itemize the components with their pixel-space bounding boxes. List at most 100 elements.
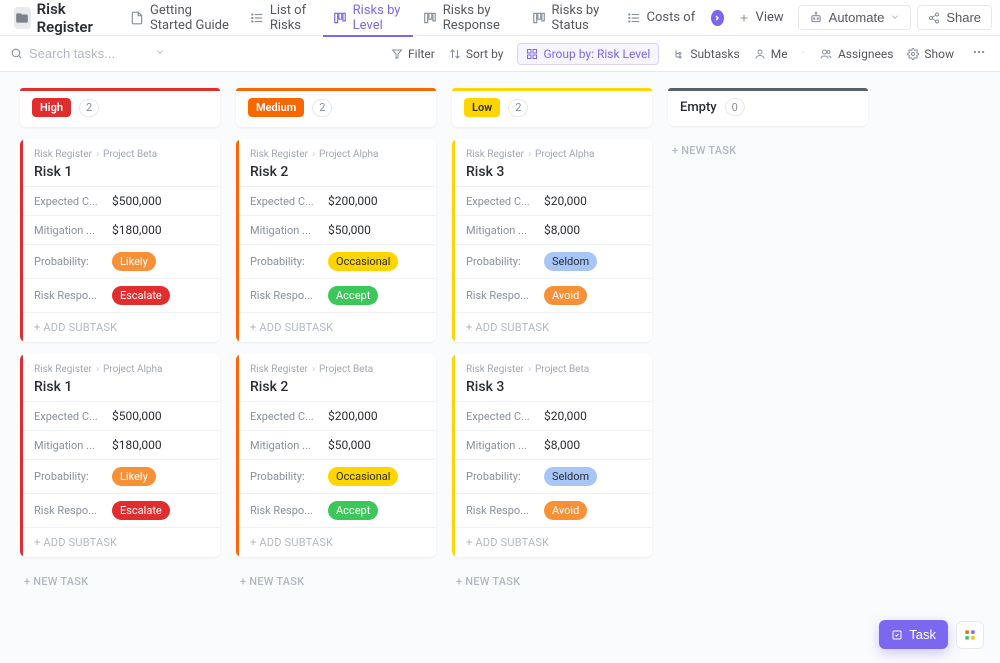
card-breadcrumb: Risk Register › Project Beta xyxy=(250,364,424,375)
add-view-button[interactable]: View xyxy=(728,10,794,25)
automate-button[interactable]: Automate xyxy=(798,5,912,30)
search-input-wrap[interactable] xyxy=(10,46,190,61)
task-card[interactable]: Risk Register › Project Alpha Risk 3 Exp… xyxy=(452,139,652,342)
response-tag: Accept xyxy=(328,501,378,520)
response-tag: Accept xyxy=(328,286,378,305)
more-views-icon[interactable] xyxy=(711,10,723,26)
card-breadcrumb: Risk Register › Project Alpha xyxy=(250,149,424,160)
lane-header[interactable]: Empty 0 xyxy=(668,88,868,126)
field-risk-response[interactable]: Risk Respo...Accept xyxy=(236,493,436,527)
tab-risks-by-status[interactable]: Risks by Status xyxy=(522,0,617,36)
me-button[interactable]: Me xyxy=(754,47,788,61)
lane-header[interactable]: Low 2 xyxy=(452,88,652,127)
task-card[interactable]: Risk Register › Project Alpha Risk 2 Exp… xyxy=(236,139,436,342)
field-mitigation[interactable]: Mitigation ...$8,000 xyxy=(452,215,652,244)
new-task-button[interactable]: + NEW TASK xyxy=(20,569,220,594)
board-icon xyxy=(532,11,546,25)
new-task-button[interactable]: + NEW TASK xyxy=(668,138,868,163)
field-probability[interactable]: Probability:Seldom xyxy=(452,244,652,278)
assignees-button[interactable]: Assignees xyxy=(819,47,893,61)
fab-container: Task xyxy=(879,620,984,649)
list-icon xyxy=(627,11,641,25)
field-expected-cost[interactable]: Expected C...$500,000 xyxy=(20,401,220,430)
subtasks-icon xyxy=(673,48,685,60)
field-probability[interactable]: Probability:Likely xyxy=(20,459,220,493)
task-card[interactable]: Risk Register › Project Beta Risk 2 Expe… xyxy=(236,354,436,557)
task-card[interactable]: Risk Register › Project Beta Risk 3 Expe… xyxy=(452,354,652,557)
field-mitigation[interactable]: Mitigation ...$50,000 xyxy=(236,215,436,244)
chevron-right-icon: › xyxy=(96,364,99,375)
share-button[interactable]: Share xyxy=(917,5,992,30)
new-task-button[interactable]: + NEW TASK xyxy=(452,569,652,594)
response-tag: Avoid xyxy=(544,286,587,305)
field-risk-response[interactable]: Risk Respo...Avoid xyxy=(452,493,652,527)
tab-list-of-risks[interactable]: List of Risks xyxy=(240,0,323,36)
subtasks-button[interactable]: Subtasks xyxy=(673,47,739,61)
lane-count: 0 xyxy=(725,98,745,116)
tab-risks-by-level[interactable]: Risks by Level xyxy=(323,0,413,36)
lane-label: High xyxy=(32,98,71,117)
lane-count: 2 xyxy=(508,99,528,117)
add-subtask-button[interactable]: + ADD SUBTASK xyxy=(20,312,220,342)
lane-label: Empty xyxy=(680,100,717,115)
filter-button[interactable]: Filter xyxy=(391,47,435,61)
card-title: Risk 3 xyxy=(466,379,640,395)
new-task-button[interactable]: + NEW TASK xyxy=(236,569,436,594)
tab-label: Risks by Level xyxy=(353,3,403,33)
field-probability[interactable]: Probability:Seldom xyxy=(452,459,652,493)
field-expected-cost[interactable]: Expected C...$20,000 xyxy=(452,186,652,215)
tab-costs-of[interactable]: Costs of xyxy=(617,0,706,36)
field-probability[interactable]: Probability:Occasional xyxy=(236,244,436,278)
tab-risks-by-response[interactable]: Risks by Response xyxy=(413,0,522,36)
field-expected-cost[interactable]: Expected C...$500,000 xyxy=(20,186,220,215)
add-subtask-button[interactable]: + ADD SUBTASK xyxy=(236,312,436,342)
group-by-button[interactable]: Group by: Risk Level xyxy=(517,43,659,65)
tab-getting-started-guide[interactable]: Getting Started Guide xyxy=(120,0,240,36)
tab-label: Risks by Response xyxy=(443,3,512,33)
filter-bar: Filter Sort by Group by: Risk Level Subt… xyxy=(0,36,1000,72)
field-risk-response[interactable]: Risk Respo...Accept xyxy=(236,278,436,312)
show-button[interactable]: Show xyxy=(907,47,954,61)
sort-icon xyxy=(449,48,461,60)
tab-label: List of Risks xyxy=(270,3,313,33)
task-card[interactable]: Risk Register › Project Beta Risk 1 Expe… xyxy=(20,139,220,342)
field-mitigation[interactable]: Mitigation ...$50,000 xyxy=(236,430,436,459)
add-subtask-button[interactable]: + ADD SUBTASK xyxy=(452,312,652,342)
lane-label: Medium xyxy=(248,98,304,117)
probability-tag: Likely xyxy=(112,252,156,271)
add-subtask-button[interactable]: + ADD SUBTASK xyxy=(20,527,220,557)
lane-count: 2 xyxy=(79,99,99,117)
more-options-icon[interactable] xyxy=(968,43,990,65)
field-risk-response[interactable]: Risk Respo...Escalate xyxy=(20,278,220,312)
add-subtask-button[interactable]: + ADD SUBTASK xyxy=(452,527,652,557)
field-mitigation[interactable]: Mitigation ...$180,000 xyxy=(20,430,220,459)
search-input[interactable] xyxy=(29,46,149,61)
field-expected-cost[interactable]: Expected C...$200,000 xyxy=(236,401,436,430)
field-probability[interactable]: Probability:Occasional xyxy=(236,459,436,493)
lane-count: 2 xyxy=(312,99,332,117)
lane-header[interactable]: Medium 2 xyxy=(236,88,436,127)
lane-header[interactable]: High 2 xyxy=(20,88,220,127)
lane-label: Low xyxy=(464,98,500,117)
sort-button[interactable]: Sort by xyxy=(449,47,504,61)
field-probability[interactable]: Probability:Likely xyxy=(20,244,220,278)
chevron-right-icon: › xyxy=(528,364,531,375)
field-expected-cost[interactable]: Expected C...$20,000 xyxy=(452,401,652,430)
chevron-down-icon[interactable] xyxy=(155,46,165,61)
share-label: Share xyxy=(946,10,981,25)
task-card[interactable]: Risk Register › Project Alpha Risk 1 Exp… xyxy=(20,354,220,557)
new-task-fab[interactable]: Task xyxy=(879,620,948,649)
breadcrumb[interactable]: Risk Register xyxy=(8,0,110,40)
robot-icon xyxy=(809,11,823,25)
card-title: Risk 2 xyxy=(250,164,424,180)
fab-apps-button[interactable] xyxy=(956,621,984,649)
response-tag: Escalate xyxy=(112,501,170,520)
add-subtask-button[interactable]: + ADD SUBTASK xyxy=(236,527,436,557)
people-icon xyxy=(819,48,833,60)
field-expected-cost[interactable]: Expected C...$200,000 xyxy=(236,186,436,215)
field-mitigation[interactable]: Mitigation ...$180,000 xyxy=(20,215,220,244)
field-risk-response[interactable]: Risk Respo...Escalate xyxy=(20,493,220,527)
field-risk-response[interactable]: Risk Respo...Avoid xyxy=(452,278,652,312)
card-breadcrumb: Risk Register › Project Beta xyxy=(466,364,640,375)
field-mitigation[interactable]: Mitigation ...$8,000 xyxy=(452,430,652,459)
